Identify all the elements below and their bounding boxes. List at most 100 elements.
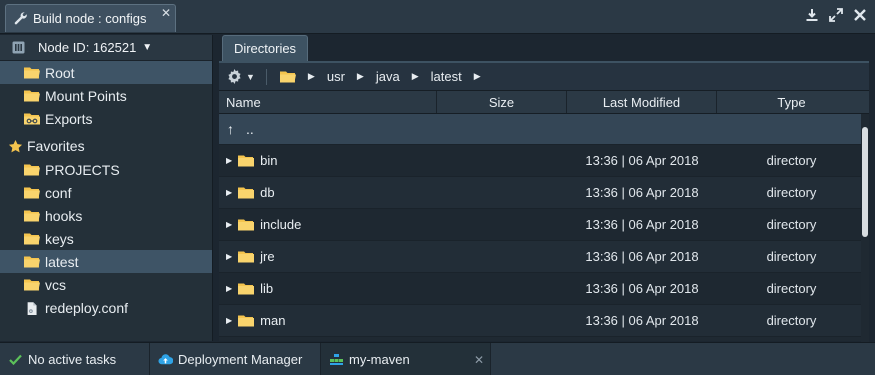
file-name: lib xyxy=(260,281,274,296)
folder-open-icon xyxy=(24,164,40,176)
cell-last-modified: 13:36 | 06 Apr 2018 xyxy=(585,185,699,200)
column-size[interactable]: Size xyxy=(437,91,567,113)
breadcrumb-separator-icon: ▶ xyxy=(473,71,481,81)
node-selector[interactable]: Node ID: 162521 ▼ xyxy=(0,35,212,61)
favorite-item-conf[interactable]: conf xyxy=(0,181,212,204)
directory-browser: ▼ ▶ usr ▶ java ▶ latest ▶ Name Size Last Modi… xyxy=(219,61,869,343)
tasks-label: No active tasks xyxy=(28,352,117,367)
cell-type: directory xyxy=(766,249,817,264)
folder-icon xyxy=(24,90,40,102)
file-icon xyxy=(27,302,37,315)
file-name: man xyxy=(260,313,286,328)
favorite-item-latest[interactable]: latest xyxy=(0,250,212,273)
tree-item-label: Mount Points xyxy=(45,87,127,104)
favorite-item-keys[interactable]: keys xyxy=(0,227,212,250)
column-name[interactable]: Name xyxy=(219,91,437,113)
column-last-modified[interactable]: Last Modified xyxy=(567,91,717,113)
tree-item-exports[interactable]: Exports xyxy=(0,107,212,130)
root-list: Root Mount Points Exports xyxy=(0,61,212,130)
gear-icon[interactable] xyxy=(227,69,242,84)
close-icon[interactable]: ✕ xyxy=(474,353,484,367)
breadcrumb-item[interactable]: java xyxy=(376,69,400,84)
cell-name: ▶ man xyxy=(219,313,437,328)
scrollbar-thumb[interactable] xyxy=(862,127,868,237)
folder-open-icon xyxy=(24,256,40,268)
environment-label: my-maven xyxy=(349,352,410,367)
favorite-item-vcs[interactable]: vcs xyxy=(0,273,212,296)
chevron-down-icon: ▼ xyxy=(142,42,153,53)
tab-directories[interactable]: Directories xyxy=(222,35,308,61)
star-icon xyxy=(8,139,23,152)
favorite-item-projects[interactable]: PROJECTS xyxy=(0,158,212,181)
expand-arrow-icon[interactable]: ▶ xyxy=(226,156,232,165)
file-name: db xyxy=(260,185,275,200)
breadcrumb-item[interactable]: latest xyxy=(431,69,462,84)
favorite-item-hooks[interactable]: hooks xyxy=(0,204,212,227)
close-icon[interactable] xyxy=(853,8,867,22)
tree-item-mount-points[interactable]: Mount Points xyxy=(0,84,212,107)
folder-icon xyxy=(238,315,255,327)
deployment-manager-tab[interactable]: Deployment Manager xyxy=(150,343,321,375)
file-list: ▶ bin 13:36 | 06 Apr 2018 directory ▶ db 13:36… xyxy=(219,145,869,337)
favorite-item-redeploy-conf[interactable]: redeploy.conf xyxy=(0,296,212,319)
file-name: jre xyxy=(260,249,275,264)
cell-type: directory xyxy=(766,185,817,200)
folder-icon xyxy=(238,155,255,167)
window-actions xyxy=(805,8,867,22)
left-sidebar: Node ID: 162521 ▼ Root Mount Points Export… xyxy=(0,35,213,341)
file-name: bin xyxy=(260,153,278,168)
environment-tab[interactable]: my-maven ✕ xyxy=(321,343,491,375)
expand-arrow-icon[interactable]: ▶ xyxy=(226,252,232,261)
download-icon[interactable] xyxy=(805,8,819,22)
cell-name: ▶ lib xyxy=(219,281,437,296)
close-tab-icon[interactable]: ✕ xyxy=(161,7,171,19)
folder-icon xyxy=(238,219,255,231)
cell-type: directory xyxy=(766,313,817,328)
window-title: Build node : configs xyxy=(33,11,147,26)
network-folder-icon xyxy=(24,113,40,125)
favorite-item-label: latest xyxy=(45,253,79,270)
expand-icon[interactable] xyxy=(829,8,843,22)
window-tab[interactable]: Build node : configs ✕ xyxy=(5,4,176,32)
favorite-item-label: keys xyxy=(45,230,74,247)
expand-arrow-icon[interactable]: ▶ xyxy=(226,220,232,229)
breadcrumb-separator-icon: ▶ xyxy=(356,71,364,81)
table-header: Name Size Last Modified Type xyxy=(219,91,869,114)
cell-last-modified: 13:36 | 06 Apr 2018 xyxy=(585,281,699,296)
folder-open-icon[interactable] xyxy=(279,70,296,83)
window-tab-bar: Build node : configs ✕ xyxy=(0,0,875,34)
browser-toolbar: ▼ ▶ usr ▶ java ▶ latest ▶ xyxy=(219,63,869,91)
table-row[interactable]: ▶ man 13:36 | 06 Apr 2018 directory xyxy=(219,305,869,337)
table-row[interactable]: ▶ jre 13:36 | 06 Apr 2018 directory xyxy=(219,241,869,273)
table-row[interactable]: ▶ lib 13:36 | 06 Apr 2018 directory xyxy=(219,273,869,305)
cell-last-modified: 13:36 | 06 Apr 2018 xyxy=(585,217,699,232)
table-row[interactable]: ▶ bin 13:36 | 06 Apr 2018 directory xyxy=(219,145,869,177)
tree-item-label: Exports xyxy=(45,110,93,127)
cell-last-modified: 13:36 | 06 Apr 2018 xyxy=(585,249,699,264)
table-row[interactable]: ▶ db 13:36 | 06 Apr 2018 directory xyxy=(219,177,869,209)
table-row[interactable]: ▶ include 13:36 | 06 Apr 2018 directory xyxy=(219,209,869,241)
folder-icon xyxy=(238,251,255,263)
cell-last-modified: 13:36 | 06 Apr 2018 xyxy=(585,313,699,328)
cell-type: directory xyxy=(766,153,817,168)
tree-item-root[interactable]: Root xyxy=(0,61,212,84)
folder-open-icon xyxy=(24,233,40,245)
folder-open-icon xyxy=(24,67,40,79)
breadcrumb-item[interactable]: usr xyxy=(327,69,345,84)
directories-panel: Directories ▼ ▶ usr ▶ java ▶ latest ▶ Name Si… xyxy=(219,35,869,343)
breadcrumb-separator-icon: ▶ xyxy=(307,71,315,81)
parent-directory-row[interactable]: ↑ .. xyxy=(219,114,869,145)
expand-arrow-icon[interactable]: ▶ xyxy=(226,316,232,325)
folder-icon xyxy=(238,187,255,199)
favorites-header: Favorites xyxy=(0,134,212,158)
column-type[interactable]: Type xyxy=(717,91,866,113)
expand-arrow-icon[interactable]: ▶ xyxy=(226,188,232,197)
server-icon xyxy=(12,41,25,54)
tasks-status[interactable]: No active tasks xyxy=(0,343,150,375)
cell-last-modified: 13:36 | 06 Apr 2018 xyxy=(585,153,699,168)
cell-name: ▶ include xyxy=(219,217,437,232)
favorite-item-label: redeploy.conf xyxy=(45,299,129,316)
status-bar: No active tasks Deployment Manager my-ma… xyxy=(0,342,875,375)
expand-arrow-icon[interactable]: ▶ xyxy=(226,284,232,293)
chevron-down-icon[interactable]: ▼ xyxy=(246,72,255,82)
